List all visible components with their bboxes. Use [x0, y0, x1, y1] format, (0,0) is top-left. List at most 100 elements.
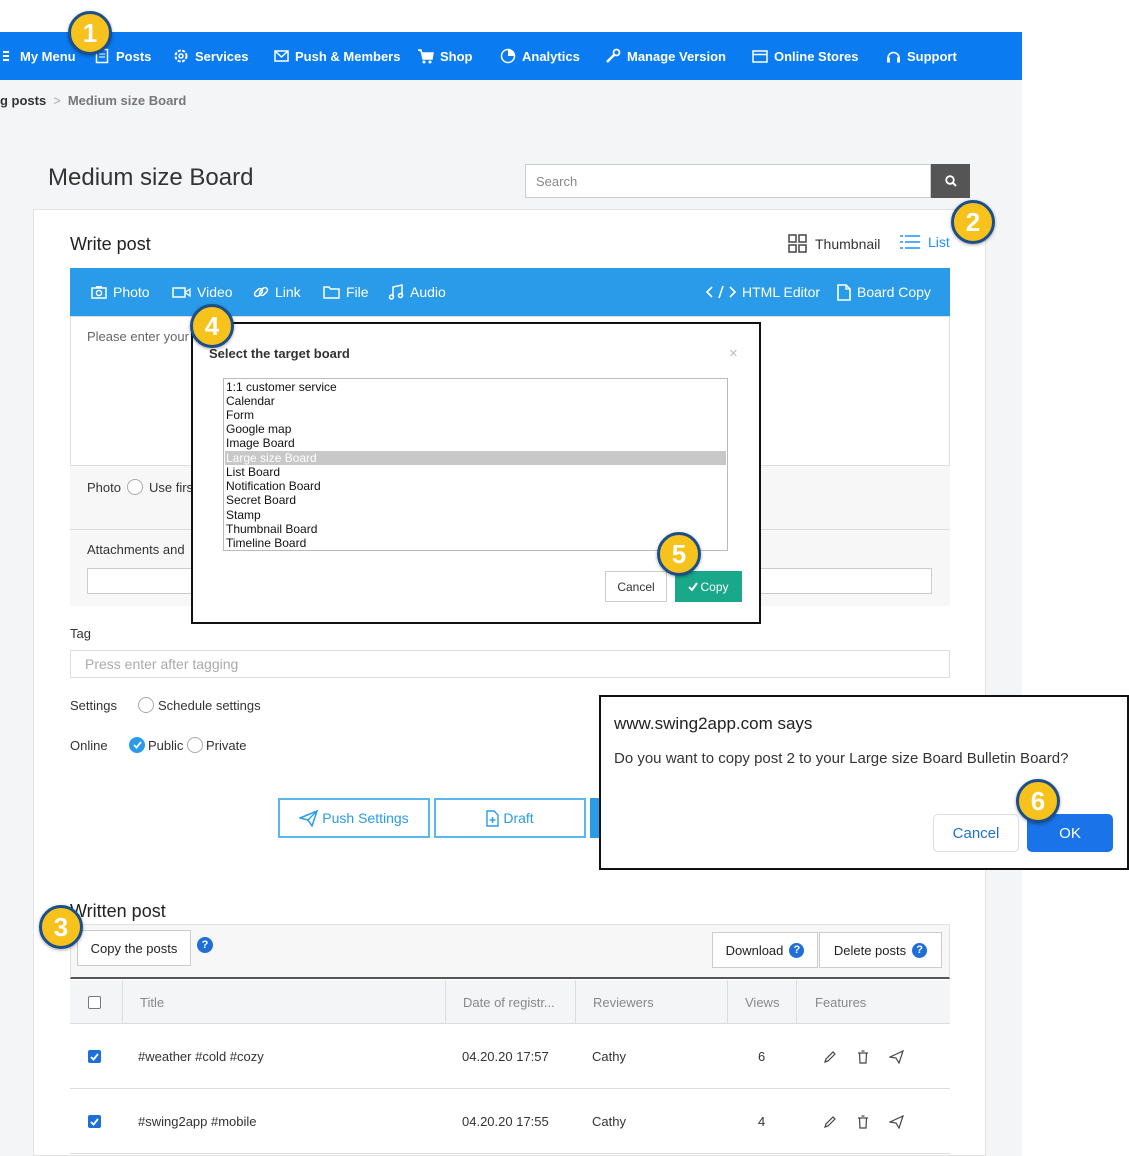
schedule-radio[interactable]	[138, 697, 154, 713]
step-marker-6: 6	[1016, 779, 1060, 823]
breadcrumb-separator: >	[53, 93, 61, 108]
photo-radio[interactable]	[126, 479, 143, 495]
trash-icon[interactable]	[857, 1089, 869, 1154]
toolbar-link-button[interactable]: Link	[253, 268, 301, 316]
confirm-title: www.swing2app.com says	[614, 714, 813, 733]
nav-my-menu[interactable]: My Menu	[0, 32, 76, 80]
toolbar-file-button[interactable]: File	[323, 268, 369, 316]
column-header-reviewers[interactable]: Reviewers	[593, 980, 654, 1024]
push-settings-button[interactable]: Push Settings	[278, 798, 430, 838]
private-radio[interactable]	[187, 737, 203, 753]
view-list-toggle[interactable]: List	[900, 234, 950, 250]
public-option[interactable]: Public	[129, 737, 183, 753]
confirm-cancel-button[interactable]: Cancel	[933, 814, 1019, 852]
video-icon	[172, 286, 191, 299]
breadcrumb-link-posts[interactable]: g posts	[0, 93, 46, 108]
settings-label: Settings	[70, 698, 117, 713]
write-post-heading: Write post	[70, 234, 151, 254]
board-option[interactable]: Notification Board	[225, 479, 726, 493]
row-checkbox[interactable]	[88, 1050, 101, 1063]
help-icon[interactable]: ?	[912, 942, 928, 958]
search-input[interactable]	[525, 164, 931, 198]
board-option[interactable]: Secret Board	[225, 493, 726, 507]
schedule-settings-option[interactable]: Schedule settings	[138, 697, 261, 713]
board-select-list[interactable]: 1:1 customer service Calendar Form Googl…	[223, 378, 728, 551]
board-option[interactable]: Google map	[225, 422, 726, 436]
row-title[interactable]: #swing2app #mobile	[138, 1089, 257, 1154]
gear-icon	[173, 48, 189, 64]
edit-icon[interactable]	[823, 1089, 837, 1154]
board-option[interactable]: 1:1 customer service	[225, 380, 726, 394]
column-header-views[interactable]: Views	[745, 980, 779, 1024]
table-row[interactable]: #swing2app #mobile 04.20.20 17:55 Cathy …	[70, 1089, 950, 1154]
tag-input[interactable]	[70, 650, 950, 678]
column-divider	[122, 980, 123, 1024]
online-label: Online	[70, 738, 108, 753]
toolbar-photo-button[interactable]: Photo	[91, 268, 150, 316]
column-header-date[interactable]: Date of registr...	[463, 980, 555, 1024]
board-option[interactable]: List Board	[225, 465, 726, 479]
help-icon[interactable]: ?	[197, 937, 213, 953]
download-label: Download	[725, 942, 784, 958]
delete-posts-button[interactable]: Delete posts ?	[819, 932, 942, 968]
draft-button[interactable]: Draft	[434, 798, 586, 838]
column-divider	[445, 980, 446, 1024]
step-marker-3: 3	[39, 905, 83, 949]
table-row[interactable]: #weather #cold #cozy 04.20.20 17:57 Cath…	[70, 1024, 950, 1089]
close-icon[interactable]: ×	[729, 345, 738, 362]
row-title[interactable]: #weather #cold #cozy	[138, 1024, 264, 1089]
row-checkbox[interactable]	[88, 1115, 101, 1128]
copy-document-icon	[837, 283, 851, 301]
modal-copy-button[interactable]: Copy	[675, 571, 742, 602]
row-date: 04.20.20 17:55	[462, 1114, 549, 1129]
toolbar-audio-button[interactable]: Audio	[388, 268, 446, 316]
nav-support[interactable]: Support	[885, 32, 957, 80]
wrench-icon	[605, 48, 621, 64]
photo-label: Photo	[87, 479, 121, 495]
board-option[interactable]: Timeline Board	[225, 536, 726, 550]
help-icon[interactable]: ?	[789, 942, 805, 958]
nav-services[interactable]: Services	[173, 32, 249, 80]
select-all-checkbox[interactable]	[88, 995, 101, 1009]
modal-cancel-button[interactable]: Cancel	[605, 571, 667, 602]
nav-push-members[interactable]: Push & Members	[273, 32, 400, 80]
edit-icon[interactable]	[823, 1024, 837, 1089]
board-option-selected[interactable]: Large size Board	[225, 451, 726, 465]
nav-online-stores[interactable]: Online Stores	[752, 32, 859, 80]
new-document-icon	[486, 809, 500, 827]
board-option[interactable]: Form	[225, 408, 726, 422]
toolbar-html-editor-button[interactable]: HTML Editor	[706, 268, 820, 316]
public-label: Public	[148, 737, 184, 753]
view-thumbnail-toggle[interactable]: Thumbnail	[788, 234, 880, 253]
toolbar-board-copy-button[interactable]: Board Copy	[837, 268, 931, 316]
copy-posts-button[interactable]: Copy the posts	[77, 930, 191, 966]
trash-icon[interactable]	[857, 1024, 869, 1089]
send-icon[interactable]	[889, 1089, 904, 1154]
board-option[interactable]: Calendar	[225, 394, 726, 408]
row-reviewer: Cathy	[592, 1114, 626, 1129]
nav-shop[interactable]: Shop	[418, 32, 473, 80]
link-icon	[253, 284, 269, 300]
window-icon	[752, 48, 768, 64]
nav-manage-version[interactable]: Manage Version	[605, 32, 726, 80]
toolbar-label: Link	[275, 284, 301, 300]
board-option[interactable]: Stamp	[225, 508, 726, 522]
search-button[interactable]	[931, 164, 970, 198]
top-nav-bar: My Menu Posts Services Push & Members Sh…	[0, 32, 1022, 80]
view-thumbnail-label: Thumbnail	[815, 235, 881, 252]
send-icon[interactable]	[889, 1024, 904, 1089]
headset-icon	[885, 48, 901, 64]
nav-label: Shop	[440, 48, 473, 64]
row-views: 4	[758, 1114, 766, 1129]
board-option[interactable]: Image Board	[225, 436, 726, 450]
grid-icon	[788, 234, 807, 253]
board-option[interactable]: Thumbnail Board	[225, 522, 726, 536]
download-button[interactable]: Download ?	[712, 932, 818, 968]
public-radio[interactable]	[129, 737, 145, 753]
photo-option[interactable]: Photo Use firs	[87, 479, 193, 495]
row-reviewer: Cathy	[592, 1049, 626, 1064]
nav-analytics[interactable]: Analytics	[500, 32, 580, 80]
delete-posts-label: Delete posts	[833, 942, 907, 958]
private-option[interactable]: Private	[187, 737, 246, 753]
column-header-title[interactable]: Title	[140, 980, 164, 1024]
